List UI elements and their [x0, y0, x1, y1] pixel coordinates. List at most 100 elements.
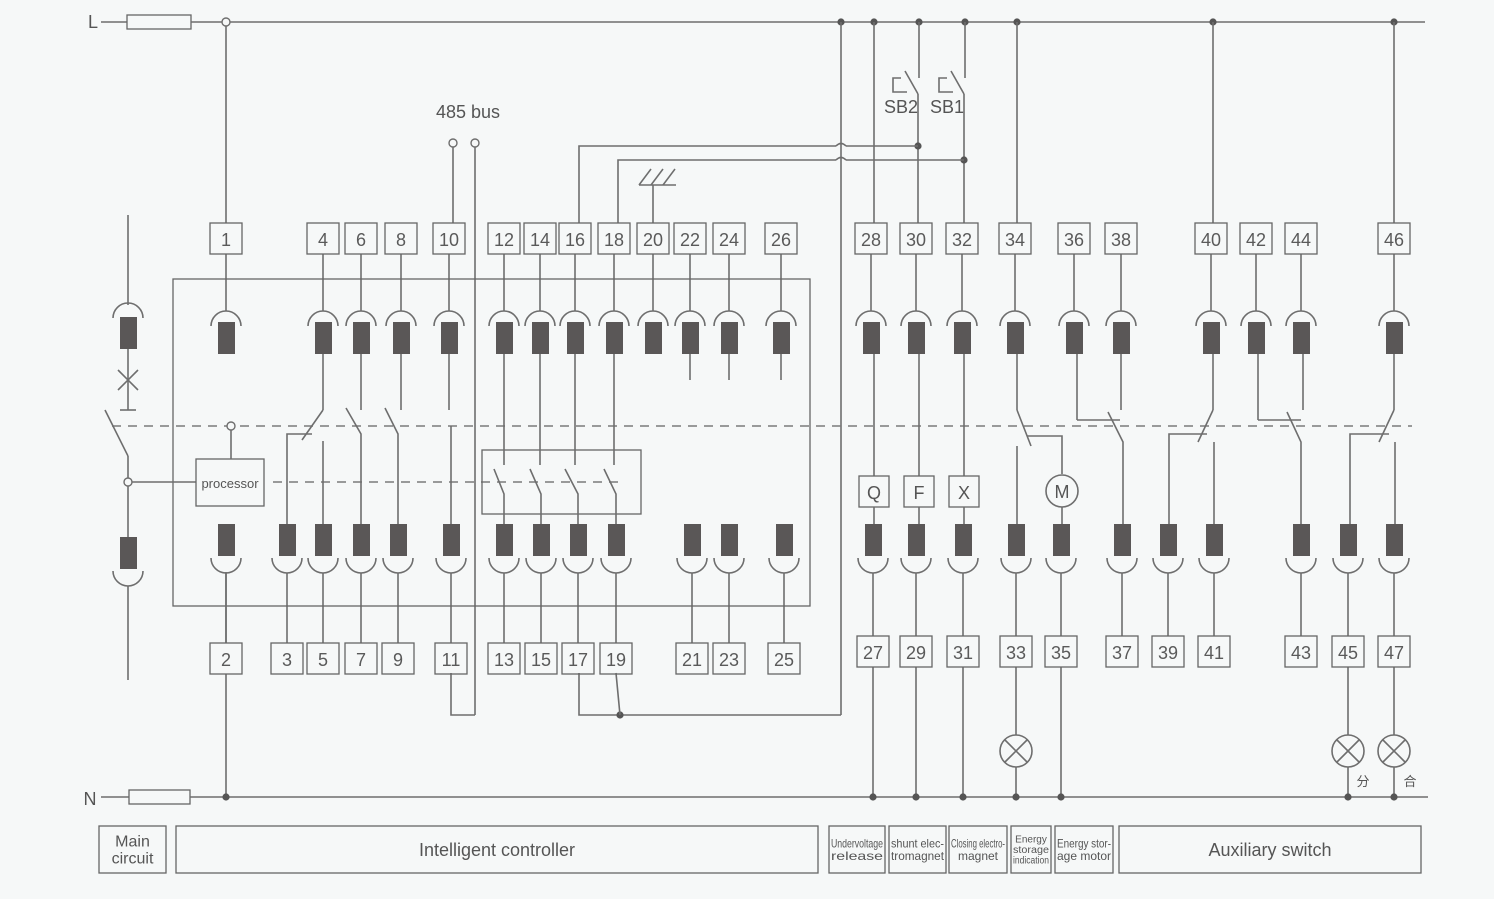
- terminal-label-12: 12: [494, 230, 514, 250]
- socket-bottom-35-arc: [1045, 557, 1077, 574]
- bus-label: 485 bus: [436, 102, 500, 122]
- socket-top-10-pin: [441, 322, 458, 354]
- socket-bottom-21-pin: [684, 524, 701, 556]
- socket-bottom-47-arc: [1378, 557, 1410, 574]
- terminal-label-7: 7: [356, 650, 366, 670]
- main-socket-pin: [120, 317, 137, 349]
- socket-bottom-13-pin: [496, 524, 513, 556]
- aux34-blade: [1016, 409, 1032, 447]
- rail-N-junction: [222, 793, 230, 801]
- aux43-blade: [1286, 411, 1302, 524]
- terminal-label-15: 15: [531, 650, 551, 670]
- socket-bottom-47-pin: [1386, 524, 1403, 556]
- fuse-L: [126, 14, 192, 30]
- bus-terminal-a: [448, 138, 458, 148]
- main-bottom-arc: [112, 570, 144, 587]
- terminal-label-46: 46: [1384, 230, 1404, 250]
- controller-frame: [172, 278, 811, 607]
- rail-label-N: N: [84, 789, 97, 809]
- socket-bottom-19-pin: [608, 524, 625, 556]
- terminal-label-35: 35: [1051, 643, 1071, 663]
- socket-top-26-pin: [773, 322, 790, 354]
- motor-feed: [1027, 435, 1063, 474]
- terminal-label-34: 34: [1005, 230, 1025, 250]
- terminal-label-33: 33: [1006, 643, 1026, 663]
- aux45: [1349, 433, 1389, 524]
- ground-stroke: [638, 168, 652, 186]
- c3: [286, 433, 312, 524]
- terminal-label-47: 47: [1384, 643, 1404, 663]
- socket-bottom-11-arc: [435, 557, 467, 574]
- socket-top-4-pin: [315, 322, 332, 354]
- terminal-label-31: 31: [953, 643, 973, 663]
- socket-bottom-13-arc: [488, 557, 520, 574]
- terminal-label-18: 18: [604, 230, 624, 250]
- bank-blade-3: [603, 468, 617, 524]
- wiring-diagram: 1 4 6 8 10 12 14 16 18 20 22 24 26 28 30 32 34 36 38 40 42 44…: [84, 12, 1428, 874]
- rail-N-junction: [912, 793, 920, 801]
- aux37-blade: [1107, 411, 1124, 524]
- socket-top-8-pin: [393, 322, 410, 354]
- terminal-label-32: 32: [952, 230, 972, 250]
- socket-top-6-pin: [353, 322, 370, 354]
- socket-top-38-pin: [1113, 322, 1130, 354]
- socket-bottom-23-arc: [713, 557, 745, 574]
- socket-top-36-pin: [1066, 322, 1083, 354]
- rail-L-terminal: [221, 17, 231, 27]
- socket-bottom-15-pin: [533, 524, 550, 556]
- lamp-label-close: 合: [1403, 774, 1416, 789]
- rail-N-junction: [1344, 793, 1352, 801]
- socket-top-18-pin: [606, 322, 623, 354]
- socket-bottom-45-arc: [1332, 557, 1364, 574]
- socket-top-1-pin: [218, 322, 235, 354]
- socket-bottom-17-arc: [562, 557, 594, 574]
- terminal-label-43: 43: [1291, 643, 1311, 663]
- terminal-label-8: 8: [396, 230, 406, 250]
- pushbutton-actuator: [892, 77, 907, 93]
- socket-bottom-3-arc: [271, 557, 303, 574]
- terminal-label-10: 10: [439, 230, 459, 250]
- main-socket-arc: [112, 302, 144, 319]
- socket-bottom-21-arc: [676, 557, 708, 574]
- section-label-undervoltage: release: [831, 849, 883, 863]
- socket-top-30-pin: [908, 322, 925, 354]
- motor-label: M: [1055, 482, 1070, 502]
- terminal-label-20: 20: [643, 230, 663, 250]
- rail-N-junction: [1057, 793, 1065, 801]
- socket-bottom-17-pin: [570, 524, 587, 556]
- ground-stroke: [650, 168, 664, 186]
- socket-top-12-pin: [496, 322, 513, 354]
- section-label-storage-ind: storage: [1013, 845, 1049, 856]
- socket-bottom-9-pin: [390, 524, 407, 556]
- socket-bottom-7-arc: [345, 557, 377, 574]
- aux39: [1168, 433, 1207, 524]
- terminal-label-19: 19: [606, 650, 626, 670]
- socket-bottom-33-pin: [1008, 524, 1025, 556]
- socket-bottom-3-pin: [279, 524, 296, 556]
- rail-label-L: L: [88, 12, 98, 32]
- socket-bottom-35-pin: [1053, 524, 1070, 556]
- terminal-label-41: 41: [1204, 643, 1224, 663]
- terminal-label-39: 39: [1158, 643, 1178, 663]
- socket-bottom-5-pin: [315, 524, 332, 556]
- main-node: [123, 477, 133, 487]
- terminal-label-44: 44: [1291, 230, 1311, 250]
- socket-top-46-pin: [1386, 322, 1403, 354]
- socket-bottom-31-arc: [947, 557, 979, 574]
- bank-blade-0: [493, 468, 505, 524]
- pushbutton-actuator: [938, 77, 953, 93]
- terminal-label-5: 5: [318, 650, 328, 670]
- socket-bottom-45-pin: [1340, 524, 1357, 556]
- terminal-label-38: 38: [1111, 230, 1131, 250]
- terminal-label-4: 4: [318, 230, 328, 250]
- coil-label-X: X: [958, 483, 970, 503]
- socket-bottom-25-arc: [768, 557, 800, 574]
- terminal-label-25: 25: [774, 650, 794, 670]
- socket-bottom-31-pin: [955, 524, 972, 556]
- socket-bottom-29-pin: [908, 524, 925, 556]
- rail-N-junction: [1390, 793, 1398, 801]
- terminal-label-37: 37: [1112, 643, 1132, 663]
- socket-bottom-43-pin: [1293, 524, 1310, 556]
- pushbutton-blade: [950, 70, 965, 95]
- terminal-label-3: 3: [282, 650, 292, 670]
